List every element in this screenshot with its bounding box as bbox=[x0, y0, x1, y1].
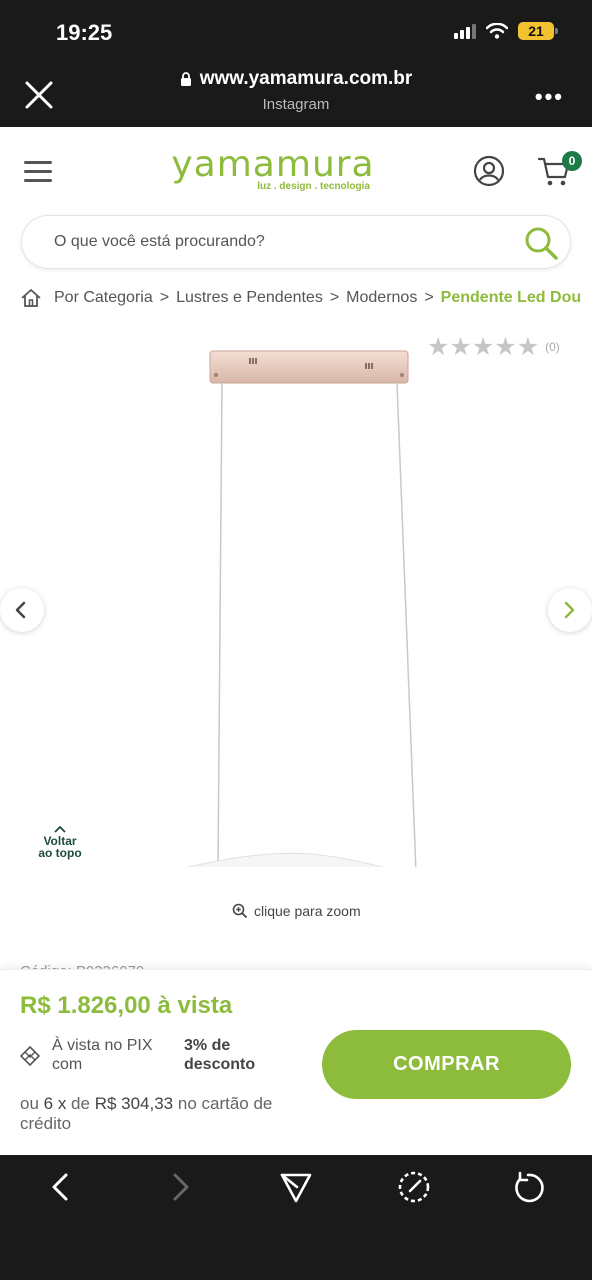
pix-label: À vista no PIX com bbox=[52, 1037, 153, 1073]
breadcrumb-separator: > bbox=[329, 289, 340, 306]
search-input[interactable] bbox=[54, 216, 494, 268]
address-area[interactable]: www.yamamura.com.br Instagram bbox=[0, 68, 592, 113]
cart-count-badge: 0 bbox=[562, 151, 582, 171]
zoom-icon bbox=[232, 903, 248, 919]
price: R$ 1.826,00 à vista bbox=[20, 992, 232, 1020]
breadcrumb-item-lustres[interactable]: Lustres e Pendentes bbox=[176, 289, 323, 307]
open-in-browser-icon[interactable] bbox=[396, 1169, 432, 1205]
pix-icon bbox=[20, 1046, 40, 1066]
site-header: yamamura luz . design . tecnologia 0 bbox=[0, 127, 592, 213]
browser-source: Instagram bbox=[262, 95, 330, 113]
back-to-top-line2: ao topo bbox=[38, 846, 82, 860]
installments-prefix: ou bbox=[20, 1094, 44, 1113]
installments-mid: de bbox=[66, 1094, 95, 1113]
installments-value: R$ 304,33 bbox=[94, 1094, 174, 1113]
user-account-icon[interactable] bbox=[473, 155, 505, 187]
price-suffix: à vista bbox=[157, 992, 233, 1019]
back-to-top-button[interactable]: Voltar ao topo bbox=[34, 825, 86, 859]
gallery-next-button[interactable] bbox=[548, 588, 592, 632]
url-text: www.yamamura.com.br bbox=[199, 68, 413, 89]
share-icon[interactable] bbox=[278, 1169, 314, 1205]
status-bar: 19:25 21 bbox=[0, 0, 592, 62]
zoom-label: clique para zoom bbox=[254, 903, 361, 919]
pix-discount-info: À vista no PIX com 3% de desconto bbox=[20, 1036, 284, 1074]
gallery-prev-button[interactable] bbox=[0, 588, 44, 632]
more-options-icon[interactable]: ••• bbox=[535, 84, 564, 110]
breadcrumb-separator: > bbox=[424, 289, 434, 306]
installments-count: 6 x bbox=[43, 1094, 67, 1113]
chevron-right-icon bbox=[564, 601, 575, 619]
reload-icon[interactable] bbox=[512, 1169, 548, 1205]
price-value: R$ 1.826,00 bbox=[20, 992, 151, 1019]
home-icon[interactable] bbox=[20, 287, 42, 309]
chevron-left-icon bbox=[15, 601, 26, 619]
url-display[interactable]: www.yamamura.com.br bbox=[180, 68, 413, 90]
status-time: 19:25 bbox=[56, 20, 113, 45]
menu-icon[interactable] bbox=[24, 161, 52, 188]
breadcrumb: Por Categoria > Lustres e Pendentes > Mo… bbox=[20, 287, 592, 309]
search-bar bbox=[21, 215, 571, 269]
site-logo[interactable]: yamamura luz . design . tecnologia bbox=[168, 144, 378, 193]
zoom-hint[interactable]: clique para zoom bbox=[232, 903, 361, 919]
breadcrumb-item-modernos[interactable]: Modernos bbox=[346, 289, 417, 307]
status-icons: 21 bbox=[454, 22, 558, 40]
battery-icon: 21 bbox=[518, 22, 558, 40]
logo-wordmark: yamamura bbox=[171, 144, 375, 185]
product-image[interactable] bbox=[30, 347, 560, 867]
buy-button[interactable]: COMPRAR bbox=[322, 1030, 571, 1099]
web-page: yamamura luz . design . tecnologia 0 Por… bbox=[0, 127, 592, 1155]
forward-arrow-icon[interactable] bbox=[161, 1169, 197, 1205]
wifi-icon bbox=[486, 23, 508, 39]
breadcrumb-item-category[interactable]: Por Categoria bbox=[54, 289, 153, 307]
browser-bar: www.yamamura.com.br Instagram ••• bbox=[0, 62, 592, 127]
search-icon[interactable] bbox=[522, 224, 560, 262]
buy-bar: R$ 1.826,00 à vista À vista no PIX com 3… bbox=[0, 969, 592, 1155]
breadcrumb-separator: > bbox=[159, 289, 170, 306]
browser-toolbar bbox=[0, 1155, 592, 1280]
pix-discount: 3% de desconto bbox=[184, 1037, 256, 1073]
breadcrumb-item-current: Pendente Led Dou bbox=[440, 289, 582, 306]
lock-icon bbox=[180, 71, 191, 86]
cellular-signal-icon bbox=[454, 23, 476, 39]
installments-info: ou 6 x de R$ 304,33 no cartão de crédito bbox=[20, 1094, 300, 1134]
chevron-up-icon bbox=[54, 825, 66, 833]
back-arrow-icon[interactable] bbox=[44, 1169, 80, 1205]
